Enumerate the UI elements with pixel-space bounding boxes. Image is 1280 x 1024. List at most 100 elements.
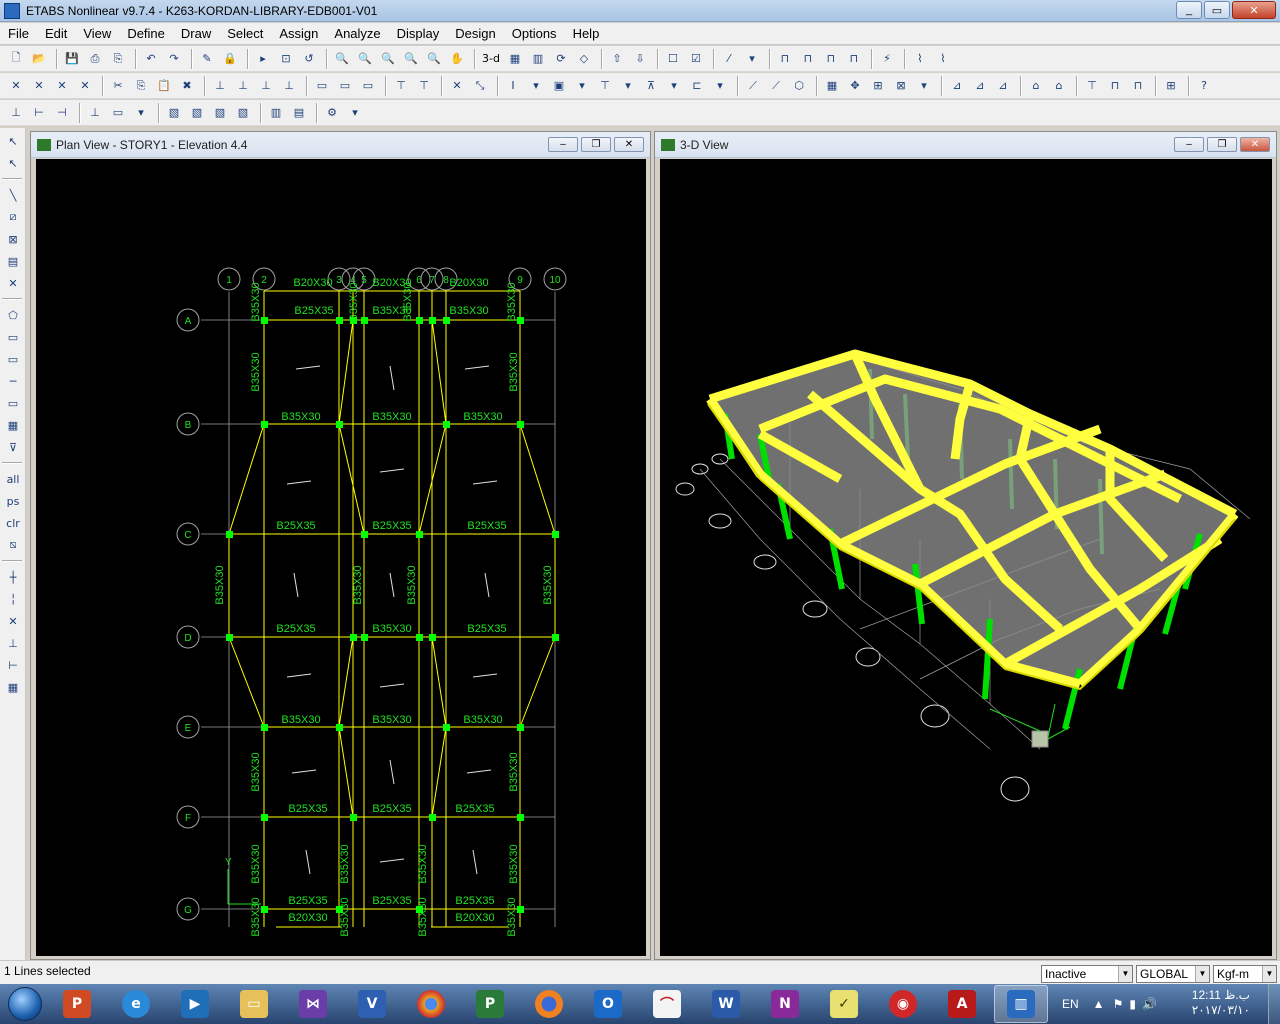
delete-icon[interactable]: ✖ — [177, 76, 197, 96]
joint-support-icon[interactable]: ⊥ — [6, 103, 26, 123]
draw-beam-icon[interactable]: ⊥ — [210, 76, 230, 96]
draw-dimension-icon[interactable]: ⊽ — [4, 438, 22, 456]
column-node[interactable] — [226, 531, 233, 538]
column-node[interactable] — [226, 634, 233, 641]
previous-selection-icon[interactable]: ps — [4, 492, 22, 510]
help-icon[interactable]: ? — [1194, 76, 1214, 96]
cut-icon[interactable]: ✂ — [108, 76, 128, 96]
3d-view-drawing[interactable] — [660, 159, 1272, 956]
draw-wall-line-icon[interactable]: ─ — [4, 372, 22, 390]
create-areas-icon[interactable]: ▭ — [4, 350, 22, 368]
pointer-icon[interactable]: ↖ — [4, 132, 22, 150]
taskbar-camera[interactable]: ◉ — [876, 985, 930, 1023]
area-load-icon[interactable]: ▭ — [108, 103, 128, 123]
undo-icon[interactable]: ↶ — [141, 49, 161, 69]
volume-icon[interactable]: 🔊 — [1142, 997, 1157, 1011]
elevation-view-icon[interactable]: ▥ — [528, 49, 548, 69]
zoom-full-icon[interactable]: 🔍 — [355, 49, 375, 69]
frame-release-icon[interactable]: ⊢ — [29, 103, 49, 123]
column-node[interactable] — [416, 531, 423, 538]
beam-line[interactable] — [431, 319, 447, 425]
column-node[interactable] — [336, 421, 343, 428]
dropdown-arrow-icon[interactable]: ▾ — [710, 76, 730, 96]
column-node[interactable] — [361, 634, 368, 641]
frame-section-icon[interactable]: ⊤ — [391, 76, 411, 96]
column-node[interactable] — [261, 421, 268, 428]
column-node[interactable] — [350, 634, 357, 641]
zoom-window-icon[interactable]: 🔍 — [332, 49, 352, 69]
print-icon[interactable]: ⎙ — [85, 49, 105, 69]
design-concrete-icon[interactable]: ⌂ — [1049, 76, 1069, 96]
taskbar-powerpoint[interactable]: P — [50, 985, 104, 1023]
column-node[interactable] — [517, 421, 524, 428]
snap-intersections-icon[interactable]: ✕ — [52, 76, 72, 96]
run-analysis-icon[interactable]: ▸ — [253, 49, 273, 69]
zoom-out-icon[interactable]: 🔍 — [424, 49, 444, 69]
maximize-button[interactable]: ▭ — [1204, 1, 1230, 19]
assign-shell-icon[interactable]: ▧ — [187, 103, 207, 123]
channel-section-icon[interactable]: ⊏ — [687, 76, 707, 96]
column-node[interactable] — [261, 906, 268, 913]
3d-minimize-button[interactable]: – — [1174, 137, 1204, 152]
joint-restraint-icon[interactable]: ✕ — [447, 76, 467, 96]
show-table-icon[interactable]: ⊿ — [970, 76, 990, 96]
snap-ends-icon[interactable]: ╎ — [4, 590, 22, 608]
draw-secondary-beam-icon[interactable]: ▤ — [4, 252, 22, 270]
mode-select[interactable]: Inactive ▼ — [1041, 965, 1133, 983]
grid-icon[interactable]: ▦ — [822, 76, 842, 96]
open-folder-icon[interactable]: 📂 — [29, 49, 49, 69]
beam-line[interactable] — [431, 726, 447, 818]
draw-wall-icon[interactable]: ⊥ — [279, 76, 299, 96]
beam-line[interactable] — [431, 636, 447, 728]
slab-section-icon[interactable]: ⊼ — [641, 76, 661, 96]
chevron-down-icon[interactable]: ▼ — [1262, 966, 1276, 982]
show-undeformed-icon[interactable]: ⊓ — [844, 49, 864, 69]
taskbar-notes[interactable]: ✓ — [817, 985, 871, 1023]
beam-line[interactable] — [228, 423, 265, 535]
dropdown-arrow-icon[interactable]: ▾ — [742, 49, 762, 69]
coord-system-select[interactable]: GLOBAL ▼ — [1136, 965, 1210, 983]
units-select[interactable]: Kgf-m ▼ — [1213, 965, 1277, 983]
menu-design[interactable]: Design — [447, 26, 503, 41]
show-section-cut-icon[interactable]: ⊿ — [993, 76, 1013, 96]
column-node[interactable] — [552, 531, 559, 538]
menu-help[interactable]: Help — [565, 26, 608, 41]
menu-select[interactable]: Select — [219, 26, 271, 41]
snap-grid-icon[interactable]: ┼ — [4, 568, 22, 586]
taskbar-chrome[interactable] — [404, 985, 458, 1023]
set-display-options-icon[interactable]: ☐ — [663, 49, 683, 69]
lock-icon[interactable]: 🔒 — [220, 49, 240, 69]
close-button[interactable]: ✕ — [1232, 1, 1276, 19]
draw-braces-icon[interactable]: ⊠ — [4, 230, 22, 248]
beam-line[interactable] — [228, 636, 265, 728]
area-section-icon[interactable]: ▣ — [549, 76, 569, 96]
restore-view-icon[interactable]: ↺ — [299, 49, 319, 69]
tray-expand-icon[interactable]: ▲ — [1093, 997, 1105, 1011]
new-file-icon[interactable]: 🗋 — [6, 49, 26, 69]
snap-perpendicular-icon[interactable]: ✕ — [75, 76, 95, 96]
rotate-view-icon[interactable]: ⟳ — [551, 49, 571, 69]
show-story-response-icon[interactable]: ⊿ — [947, 76, 967, 96]
design-joist-icon[interactable]: ⊓ — [1105, 76, 1125, 96]
menu-options[interactable]: Options — [504, 26, 565, 41]
move-down-icon[interactable]: ⇩ — [630, 49, 650, 69]
column-node[interactable] — [517, 814, 524, 821]
view-3d-button[interactable]: 3-d — [480, 49, 502, 69]
rubber-band-zoom-icon[interactable]: ⊡ — [276, 49, 296, 69]
copy-icon[interactable]: ⎘ — [131, 76, 151, 96]
chevron-down-icon[interactable]: ▼ — [1195, 966, 1209, 982]
object-shrink-icon[interactable]: ⊓ — [775, 49, 795, 69]
select-intersecting-icon[interactable]: ⧅ — [4, 536, 22, 554]
pier-label-icon[interactable]: ▥ — [266, 103, 286, 123]
dropdown-arrow-icon[interactable]: ▾ — [664, 76, 684, 96]
extrude-icon[interactable]: ⊓ — [798, 49, 818, 69]
paste-icon[interactable]: 📋 — [154, 76, 174, 96]
draw-line-icon[interactable]: ╲ — [4, 186, 22, 204]
dropdown-arrow-icon[interactable]: ▾ — [618, 76, 638, 96]
column-node[interactable] — [429, 814, 436, 821]
snap-lines-icon[interactable]: ⊢ — [4, 656, 22, 674]
column-node[interactable] — [429, 634, 436, 641]
column-node[interactable] — [350, 814, 357, 821]
design-wall-icon[interactable]: ⊓ — [1128, 76, 1148, 96]
dropdown-arrow-icon[interactable]: ▾ — [345, 103, 365, 123]
